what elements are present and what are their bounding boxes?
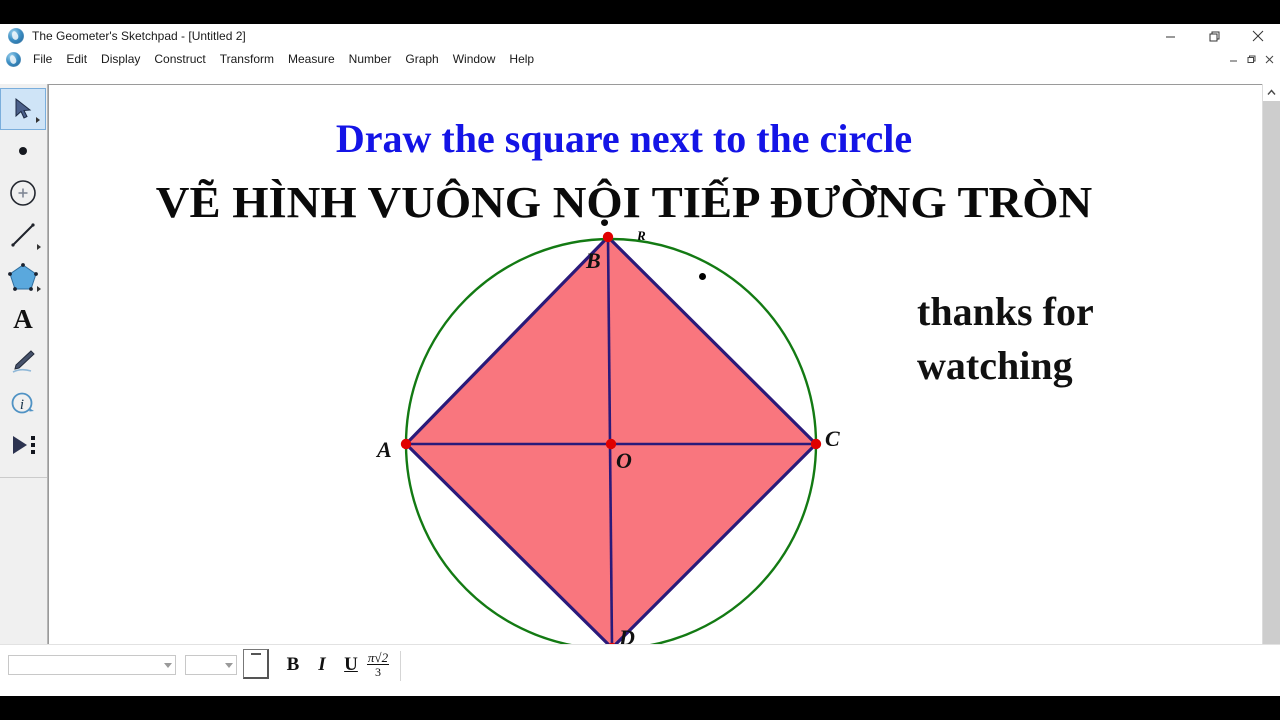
point-label-a[interactable]: A (377, 437, 392, 463)
vertical-scrollbar[interactable] (1262, 84, 1280, 672)
menu-item-graph[interactable]: Graph (398, 49, 445, 69)
mdi-window-controls (1224, 50, 1278, 68)
canvas-frame: Draw the square next to the circle VẼ HÌ… (48, 84, 1280, 672)
menu-item-construct[interactable]: Construct (147, 49, 212, 69)
arrow-cursor-icon (15, 97, 32, 119)
menu-item-measure[interactable]: Measure (281, 49, 342, 69)
restore-icon[interactable] (1192, 24, 1236, 48)
window-controls (1148, 24, 1280, 48)
info-bubble-icon: i (11, 392, 34, 414)
mdi-close-icon[interactable] (1260, 50, 1278, 68)
math-denominator: 3 (375, 664, 381, 679)
font-family-select[interactable] (8, 655, 176, 675)
application-window: The Geometer's Sketchpad - [Untitled 2] (0, 24, 1280, 696)
mdi-restore-icon[interactable] (1242, 50, 1260, 68)
mdi-minimize-icon[interactable] (1224, 50, 1242, 68)
minimize-icon[interactable] (1148, 24, 1192, 48)
play-triangle-icon (13, 436, 35, 454)
math-numerator: π√2 (366, 649, 390, 665)
window-title: The Geometer's Sketchpad - [Untitled 2] (32, 29, 246, 43)
letterbox-bottom (0, 696, 1280, 720)
arrow-select-tool[interactable] (0, 88, 46, 130)
point-label-o[interactable]: O (616, 448, 632, 474)
text-format-toolbar: B I U π√2 3 (0, 644, 1280, 696)
polygon-tool[interactable] (0, 256, 46, 298)
menu-item-number[interactable]: Number (342, 49, 399, 69)
svg-text:i: i (20, 397, 24, 413)
point-icon (19, 147, 27, 155)
information-tool[interactable]: i (0, 382, 46, 424)
menu-item-window[interactable]: Window (446, 49, 503, 69)
custom-tools[interactable] (0, 424, 46, 466)
font-size-select[interactable] (185, 655, 237, 675)
line-style-button[interactable] (243, 649, 269, 679)
underline-button[interactable]: U (338, 653, 364, 677)
point-marker-a (400, 438, 412, 450)
marker-tool[interactable] (0, 340, 46, 382)
point-marker-b (602, 231, 614, 243)
point-tool[interactable] (0, 130, 46, 172)
toolbox-separator (0, 477, 47, 478)
marker-pen-icon (12, 350, 35, 373)
menu-item-file[interactable]: File (26, 49, 59, 69)
format-bar-separator (400, 651, 401, 681)
vertical-scroll-thumb[interactable] (1263, 101, 1280, 653)
inscribed-square-figure[interactable] (49, 85, 1246, 657)
point-label-b[interactable]: B (586, 248, 601, 274)
compass-circle-icon (10, 180, 36, 206)
chevron-right-icon (37, 244, 41, 250)
chevron-right-icon (37, 286, 41, 292)
menu-bar: File Edit Display Construct Transform Me… (0, 48, 1280, 70)
polygon-icon (8, 263, 38, 291)
scroll-up-button[interactable] (1263, 84, 1280, 101)
text-a-icon: A (13, 303, 33, 334)
menu-item-edit[interactable]: Edit (59, 49, 94, 69)
chevron-right-icon (36, 117, 40, 123)
menu-item-help[interactable]: Help (502, 49, 541, 69)
toolbox: A i (0, 84, 48, 672)
chevron-down-icon (225, 662, 233, 668)
close-icon[interactable] (1236, 24, 1280, 48)
point-marker-o (605, 438, 617, 450)
menu-item-transform[interactable]: Transform (213, 49, 281, 69)
math-fraction-button[interactable]: π√2 3 (365, 651, 391, 679)
bold-button[interactable]: B (280, 653, 306, 677)
sketchpad-logo-icon (8, 28, 24, 44)
line-style-icon (250, 653, 261, 655)
title-bar: The Geometer's Sketchpad - [Untitled 2] (0, 24, 1280, 49)
text-tool[interactable]: A (0, 298, 46, 340)
letterbox-top (0, 0, 1280, 24)
compass-tool[interactable] (0, 172, 46, 214)
work-area: A i Draw the square next to the circle V… (0, 70, 1280, 690)
document-icon (6, 51, 21, 67)
sketch-canvas[interactable]: Draw the square next to the circle VẼ HÌ… (49, 85, 1246, 657)
italic-button[interactable]: I (309, 653, 335, 677)
straightedge-tool[interactable] (0, 214, 46, 256)
menu-item-display[interactable]: Display (94, 49, 147, 69)
chevron-down-icon (164, 662, 172, 668)
point-label-c[interactable]: C (825, 426, 840, 452)
line-segment-icon (11, 223, 35, 247)
point-marker-c (810, 438, 822, 450)
